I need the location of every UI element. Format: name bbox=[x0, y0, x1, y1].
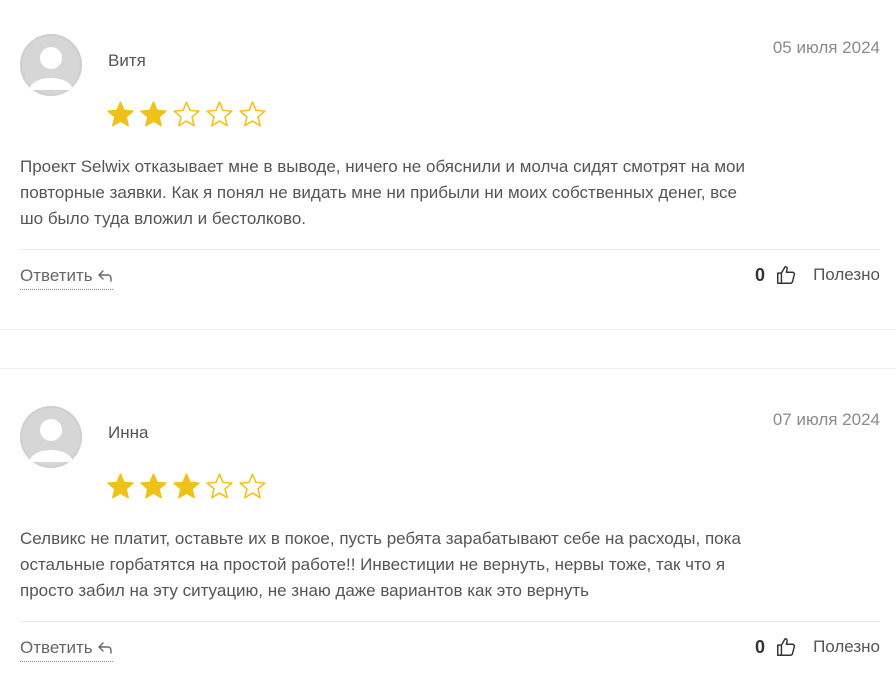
reply-arrow-icon bbox=[97, 642, 112, 654]
rating-stars bbox=[106, 100, 267, 129]
star-empty-icon bbox=[206, 473, 233, 499]
review-text-line: повторные заявки. Как я понял не видать … bbox=[20, 183, 737, 202]
star-empty-icon bbox=[206, 101, 233, 127]
review-text-line: остальные горбатятся на простой работе!!… bbox=[20, 555, 726, 574]
star-filled-icon bbox=[140, 473, 167, 499]
avatar-icon bbox=[20, 406, 82, 468]
review-text: Проект Selwix отказывает мне в выводе, н… bbox=[20, 154, 870, 232]
review-date: 05 июля 2024 bbox=[772, 38, 880, 57]
review-text: Селвикс не платит, оставьте их в покое, … bbox=[20, 526, 870, 604]
star-empty-icon bbox=[239, 101, 266, 127]
reply-label: Ответить bbox=[20, 266, 93, 285]
review-text-line: Проект Selwix отказывает мне в выводе, н… bbox=[20, 157, 745, 176]
useful-block: 0 Полезно bbox=[755, 264, 880, 286]
reply-label: Ответить bbox=[20, 638, 93, 657]
reviewer-name: Витя bbox=[108, 51, 146, 70]
reviewer-name: Инна bbox=[108, 423, 149, 442]
star-empty-icon bbox=[239, 473, 266, 499]
star-filled-icon bbox=[107, 473, 134, 499]
reply-arrow-icon bbox=[97, 270, 112, 282]
avatar-icon bbox=[20, 34, 82, 96]
review-text-line: Селвикс не платит, оставьте их в покое, … bbox=[20, 529, 741, 548]
review-text-line: просто забил на эту ситуацию, не знаю да… bbox=[20, 581, 590, 600]
useful-button[interactable]: Полезно bbox=[813, 637, 880, 657]
section-divider bbox=[0, 329, 896, 330]
thumbs-up-icon[interactable] bbox=[775, 264, 797, 286]
star-filled-icon bbox=[107, 101, 134, 127]
review-separator bbox=[20, 249, 880, 250]
thumbs-up-icon[interactable] bbox=[775, 636, 797, 658]
likes-count: 0 bbox=[755, 264, 766, 285]
star-filled-icon bbox=[140, 101, 167, 127]
section-divider bbox=[0, 368, 896, 369]
star-filled-icon bbox=[173, 473, 200, 499]
review-text-line: шо было туда вложил и бестолково. bbox=[20, 209, 307, 228]
review-separator bbox=[20, 621, 880, 622]
likes-count: 0 bbox=[755, 636, 766, 657]
rating-stars bbox=[106, 472, 267, 501]
reply-button[interactable]: Ответить bbox=[20, 638, 113, 662]
review-date: 07 июля 2024 bbox=[772, 410, 880, 429]
useful-button[interactable]: Полезно bbox=[813, 265, 880, 285]
reply-button[interactable]: Ответить bbox=[20, 266, 113, 290]
useful-block: 0 Полезно bbox=[755, 636, 880, 658]
star-empty-icon bbox=[173, 101, 200, 127]
